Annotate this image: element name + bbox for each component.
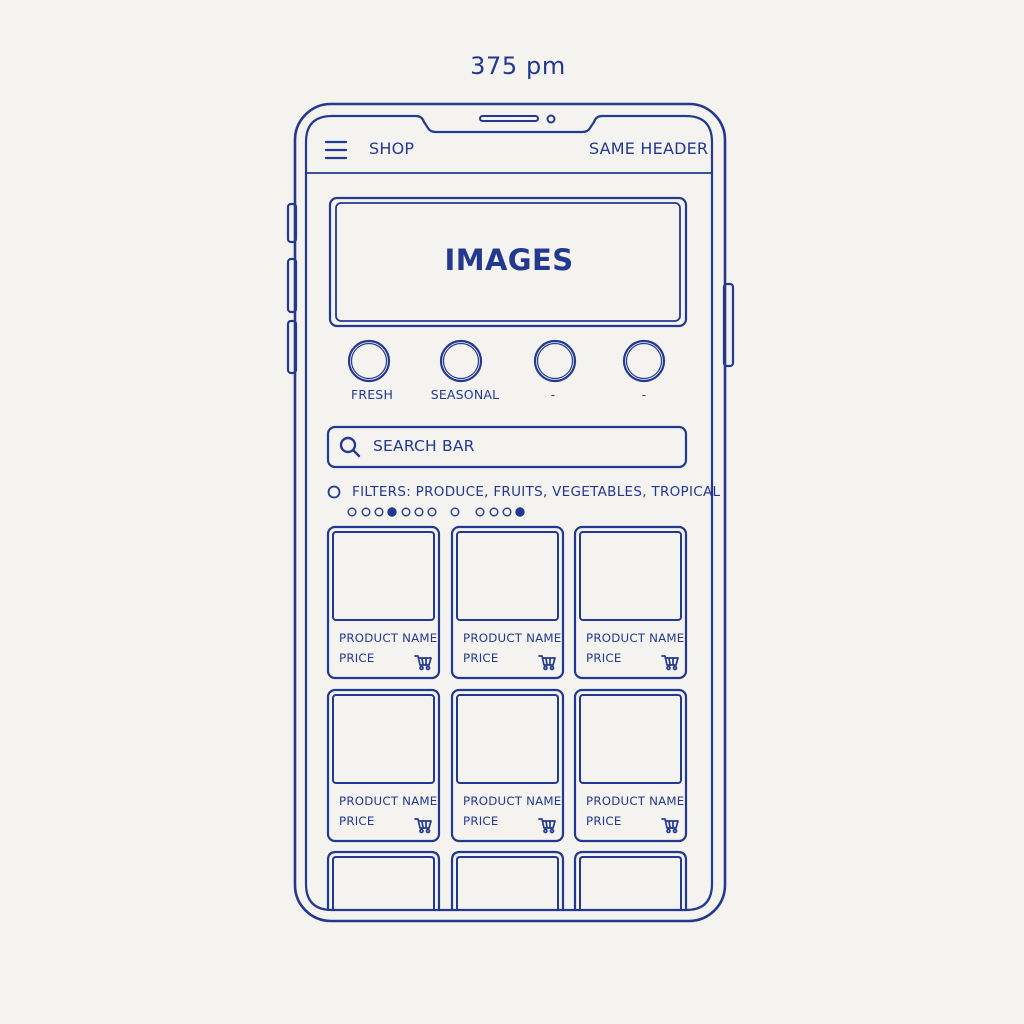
phone-screen-outline bbox=[304, 114, 714, 912]
product-price: PRICE bbox=[463, 651, 499, 665]
product-price: PRICE bbox=[586, 814, 622, 828]
pagination-dots bbox=[347, 507, 525, 517]
front-camera bbox=[546, 114, 556, 124]
cart-icon[interactable] bbox=[538, 818, 556, 834]
filters-label[interactable]: FILTERS: PRODUCE, FRUITS, VEGETABLES, TR… bbox=[352, 484, 720, 500]
product-price: PRICE bbox=[339, 814, 375, 828]
filter-radio-icon[interactable] bbox=[327, 485, 341, 499]
search-icon bbox=[339, 436, 361, 458]
search-placeholder[interactable]: SEARCH BAR bbox=[373, 437, 475, 455]
cart-icon[interactable] bbox=[661, 818, 679, 834]
product-price: PRICE bbox=[463, 814, 499, 828]
speaker-grille bbox=[479, 115, 539, 122]
product-price: PRICE bbox=[586, 651, 622, 665]
product-price: PRICE bbox=[339, 651, 375, 665]
product-name: PRODUCT NAME bbox=[339, 631, 438, 645]
product-name: PRODUCT NAME bbox=[586, 631, 685, 645]
phone-wireframe bbox=[286, 102, 735, 923]
cart-icon[interactable] bbox=[538, 655, 556, 671]
category-circle-seasonal[interactable] bbox=[439, 339, 483, 383]
product-name: PRODUCT NAME bbox=[586, 794, 685, 808]
category-label-seasonal: SEASONAL bbox=[430, 387, 500, 402]
cart-icon[interactable] bbox=[661, 655, 679, 671]
category-label-fresh: FRESH bbox=[350, 387, 394, 402]
cart-icon[interactable] bbox=[414, 655, 432, 671]
header-title-shop[interactable]: SHOP bbox=[369, 139, 414, 158]
hamburger-menu-icon[interactable] bbox=[324, 140, 348, 160]
category-circle-fresh[interactable] bbox=[347, 339, 391, 383]
header-title-right: SAME HEADER bbox=[589, 139, 709, 158]
product-card-partial[interactable] bbox=[326, 850, 441, 912]
product-name: PRODUCT NAME bbox=[463, 794, 562, 808]
category-label-4: - bbox=[641, 387, 647, 402]
product-card-partial[interactable] bbox=[573, 850, 688, 912]
cart-icon[interactable] bbox=[414, 818, 432, 834]
category-label-3: - bbox=[550, 387, 556, 402]
category-circle-4[interactable] bbox=[622, 339, 666, 383]
width-dimension-label: 375 pm bbox=[470, 52, 566, 80]
product-card-partial[interactable] bbox=[450, 850, 565, 912]
product-name: PRODUCT NAME bbox=[339, 794, 438, 808]
hero-images-label: IMAGES bbox=[444, 243, 574, 277]
category-circle-3[interactable] bbox=[533, 339, 577, 383]
product-name: PRODUCT NAME bbox=[463, 631, 562, 645]
